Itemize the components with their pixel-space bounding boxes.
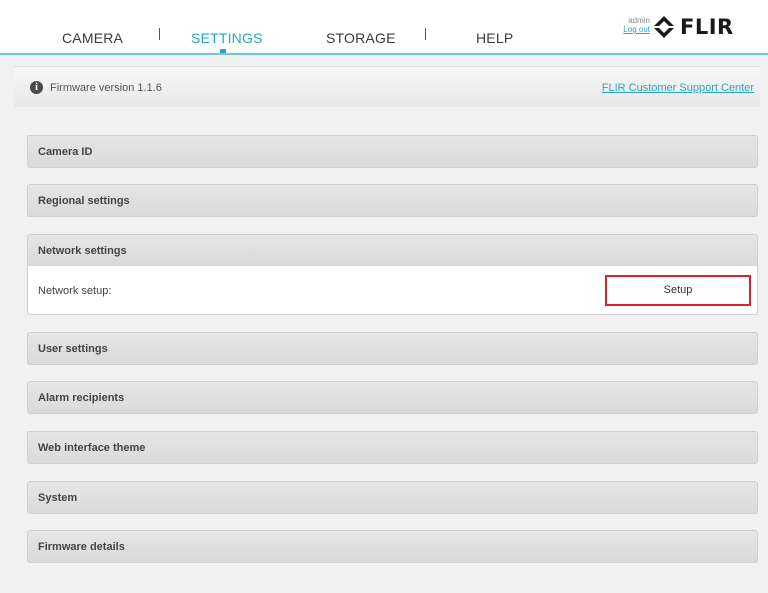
username-label: admin — [628, 16, 650, 25]
section-title: Network settings — [38, 245, 127, 257]
section-camera-id[interactable]: Camera ID — [27, 135, 758, 168]
flir-logo-icon — [654, 16, 674, 38]
network-settings-panel: Network setup: Setup — [27, 266, 758, 315]
section-title: User settings — [38, 343, 108, 355]
flir-logo: FLIR — [652, 14, 734, 40]
logout-link[interactable]: Log out — [606, 25, 650, 34]
section-alarm-recipients[interactable]: Alarm recipients — [27, 381, 758, 414]
section-firmware-details[interactable]: Firmware details — [27, 530, 758, 563]
section-title: Camera ID — [38, 146, 93, 158]
nav-tab-storage[interactable]: STORAGE — [326, 30, 396, 46]
section-web-interface-theme[interactable]: Web interface theme — [27, 431, 758, 464]
section-title: Firmware details — [38, 541, 125, 553]
support-center-link[interactable]: FLIR Customer Support Center — [602, 82, 754, 94]
firmware-version-text: Firmware version 1.1.6 — [50, 82, 162, 94]
section-user-settings[interactable]: User settings — [27, 332, 758, 365]
section-title: System — [38, 492, 78, 504]
user-info: admin Log out — [606, 16, 650, 34]
info-icon: i — [30, 81, 43, 94]
nav-tab-camera[interactable]: CAMERA — [62, 30, 123, 46]
top-navigation-bar: CAMERA SETTINGS STORAGE HELP admin Log o… — [0, 0, 768, 55]
section-title: Alarm recipients — [38, 392, 125, 404]
logo-text: FLIR — [680, 15, 734, 39]
nav-separator — [425, 28, 426, 40]
network-setup-label: Network setup: — [38, 285, 112, 297]
firmware-info-bar: i Firmware version 1.1.6 FLIR Customer S… — [14, 66, 760, 107]
network-setup-button[interactable]: Setup — [605, 275, 751, 306]
section-title: Regional settings — [38, 195, 130, 207]
section-network-settings[interactable]: Network settings — [27, 234, 758, 267]
active-tab-indicator — [220, 49, 226, 53]
section-system[interactable]: System — [27, 481, 758, 514]
nav-separator — [159, 28, 160, 40]
nav-tab-help[interactable]: HELP — [476, 30, 513, 46]
section-regional-settings[interactable]: Regional settings — [27, 184, 758, 217]
section-title: Web interface theme — [38, 442, 146, 454]
nav-tab-settings[interactable]: SETTINGS — [191, 30, 263, 46]
